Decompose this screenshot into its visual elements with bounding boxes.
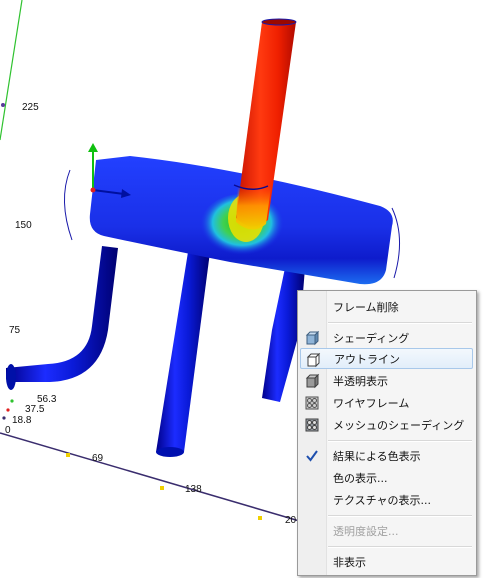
axis-tick-label: 75	[9, 325, 21, 336]
wireframe-icon	[304, 395, 320, 411]
axis-tick-label: 150	[15, 220, 32, 231]
menu-item-label: メッシュのシェーディング	[333, 418, 465, 432]
axis-tick-mark	[258, 516, 262, 520]
menu-item-label: 色の表示...	[333, 471, 388, 485]
selection-bracket-right	[391, 207, 401, 279]
menu-item-outline[interactable]: アウトライン	[300, 348, 473, 369]
menu-item-label: シェーディング	[333, 331, 410, 345]
middle-pipe	[156, 252, 210, 452]
y-axis-line	[0, 0, 23, 141]
menu-item-label: 結果による色表示	[333, 449, 421, 463]
menu-item-wireframe[interactable]: ワイヤフレーム	[300, 392, 473, 413]
menu-item-translucent[interactable]: 半透明表示	[300, 370, 473, 391]
axis-tick-label: 225	[22, 102, 39, 113]
menu-item-label: ワイヤフレーム	[333, 396, 410, 410]
triad-origin	[90, 187, 96, 193]
menu-item-show-color[interactable]: 色の表示...	[300, 467, 473, 488]
menu-item-label: アウトライン	[334, 352, 400, 366]
menu-item-label: 半透明表示	[333, 374, 388, 388]
pipe-end-cap	[156, 447, 184, 457]
axis-tick-label: 0	[5, 425, 11, 436]
axis-tick-mark	[1, 103, 5, 107]
menu-item-hide[interactable]: 非表示	[300, 551, 473, 572]
context-menu: フレーム削除 シェーディング アウトライン 半透明表示 ワイヤフレーム メッシュ…	[297, 290, 477, 576]
shaded-cube-icon	[304, 330, 320, 346]
axis-tick-label: 69	[92, 453, 104, 464]
outline-cube-icon	[305, 352, 321, 368]
axis-tick-mark	[160, 486, 164, 490]
menu-item-label: テクスチャの表示...	[333, 493, 432, 507]
axis-tick-mark	[10, 399, 14, 403]
checkmark-icon	[304, 448, 320, 464]
menu-separator	[328, 440, 472, 442]
axis-tick-label: 20	[285, 515, 297, 526]
menu-item-transparency-settings: 透明度設定...	[300, 520, 473, 541]
pipe-end-cap	[6, 364, 16, 390]
selection-bracket-left	[63, 169, 73, 241]
menu-item-mesh-shading[interactable]: メッシュのシェーディング	[300, 414, 473, 435]
menu-separator	[328, 546, 472, 548]
mesh-shading-icon	[304, 417, 320, 433]
menu-item-shading[interactable]: シェーディング	[300, 327, 473, 348]
menu-item-delete-frame[interactable]: フレーム削除	[300, 296, 473, 317]
pipe-top-opening	[261, 18, 297, 26]
menu-item-label: 透明度設定...	[333, 524, 399, 538]
axis-tick-label: 37.5	[25, 404, 45, 415]
menu-separator	[328, 322, 472, 324]
left-bent-pipe	[6, 246, 118, 382]
menu-item-label: 非表示	[333, 555, 366, 569]
menu-item-color-by-results[interactable]: 結果による色表示	[300, 445, 473, 466]
menu-separator	[328, 515, 472, 517]
axis-tick-mark	[6, 408, 10, 412]
axis-tick-label: 18.8	[12, 415, 32, 426]
axis-tick-mark	[2, 416, 6, 420]
translucent-cube-icon	[304, 373, 320, 389]
menu-item-show-texture[interactable]: テクスチャの表示...	[300, 489, 473, 510]
axis-tick-mark	[66, 453, 70, 457]
menu-item-label: フレーム削除	[333, 300, 399, 314]
green-arrow-head	[88, 143, 98, 152]
axis-tick-label: 138	[185, 484, 202, 495]
